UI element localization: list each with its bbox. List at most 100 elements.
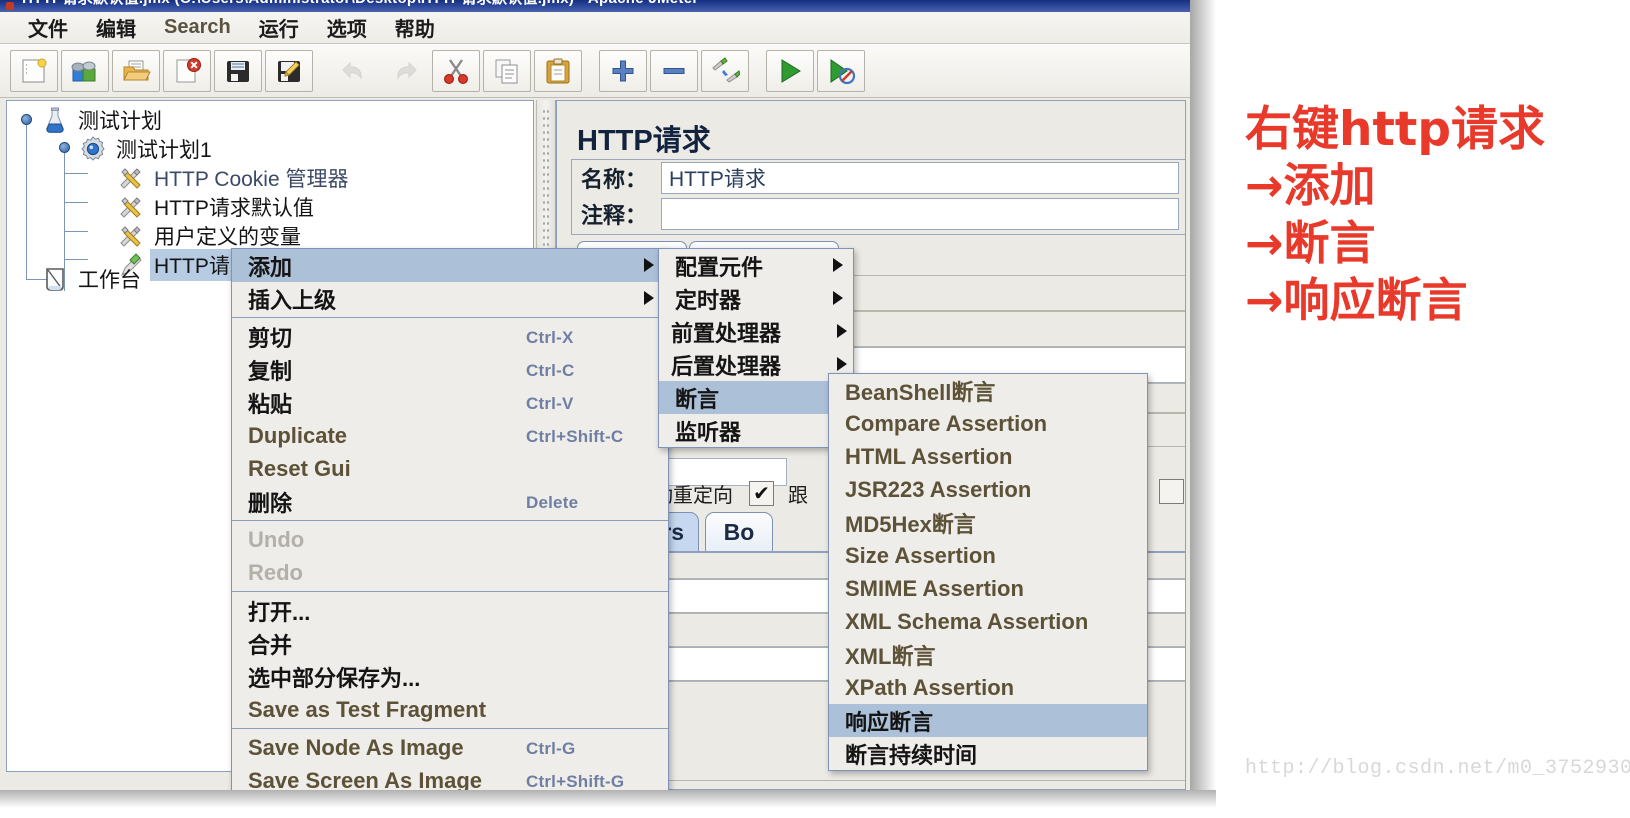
assertion-item-beanshell[interactable]: BeanShell断言 <box>829 374 1147 407</box>
follow-label: 跟 <box>788 485 808 507</box>
chevron-right-icon <box>833 258 843 272</box>
context-menu-item-copy[interactable]: 复制 Ctrl-C <box>232 353 668 386</box>
assertion-item-xml-schema[interactable]: XML Schema Assertion <box>829 605 1147 638</box>
assertion-item-xml[interactable]: XML断言 <box>829 638 1147 671</box>
tree-expand-knob-root[interactable] <box>21 114 32 125</box>
assertion-item-label: 响应断言 <box>845 709 934 735</box>
menu-search[interactable]: Search <box>150 15 245 40</box>
close-button[interactable] <box>163 49 211 92</box>
add-submenu-item-listener[interactable]: 监听器 <box>659 414 853 447</box>
window-title-text: HTTP请求默认值.jmx (C:\Users\Administrator\De… <box>22 0 699 7</box>
menu-file[interactable]: 文件 <box>14 12 82 43</box>
context-menu-item-reset-gui[interactable]: Reset Gui <box>232 452 668 485</box>
context-menu-item-accelerator: Ctrl-X <box>526 328 574 347</box>
context-menu-item-save-node-as-image[interactable]: Save Node As Image Ctrl-G <box>232 731 668 764</box>
watermark: http://blog.csdn.net/m0_37529303 <box>1245 757 1630 780</box>
context-menu-item-label: 剪切 <box>248 325 293 351</box>
assertion-item-md5hex[interactable]: MD5Hex断言 <box>829 506 1147 539</box>
add-submenu-item-config-element[interactable]: 配置元件 <box>659 249 853 282</box>
context-menu-item-add[interactable]: 添加 <box>232 249 668 282</box>
open-button[interactable] <box>112 49 160 92</box>
close-icon <box>172 56 202 86</box>
assertion-item-duration-assertion[interactable]: 断言持续时间 <box>829 737 1147 770</box>
context-menu-item-label: Save Node As Image <box>248 734 464 760</box>
context-menu-item-label: 打开... <box>248 599 311 625</box>
collapse-all-button[interactable] <box>650 49 698 92</box>
expand-all-button[interactable] <box>599 49 647 92</box>
window-drop-shadow <box>1190 0 1216 790</box>
menu-edit[interactable]: 编辑 <box>82 12 150 43</box>
context-menu-item-label: Reset Gui <box>248 455 351 481</box>
context-menu-item-accelerator: Ctrl+Shift-C <box>526 427 624 446</box>
name-input[interactable]: HTTP请求 <box>661 162 1179 194</box>
assertion-submenu[interactable]: BeanShell断言 Compare Assertion HTML Asser… <box>828 373 1148 771</box>
menu-help[interactable]: 帮助 <box>381 12 449 43</box>
page-title: HTTP请求 <box>577 125 711 157</box>
tree-node-context-menu[interactable]: 添加 插入上级 剪切 Ctrl-X 复制 Ctrl-C 粘贴 Ctrl-V Du… <box>231 248 669 790</box>
tree-node-http-defaults[interactable]: HTTP请求默认值 <box>117 192 318 222</box>
assertion-item-jsr223[interactable]: JSR223 Assertion <box>829 473 1147 506</box>
menu-run[interactable]: 运行 <box>245 12 313 43</box>
assertion-item-label: BeanShell断言 <box>845 379 996 405</box>
assertion-item-compare[interactable]: Compare Assertion <box>829 407 1147 440</box>
save-as-button[interactable] <box>265 49 313 92</box>
name-field-row: 名称： HTTP请求 <box>575 161 1185 195</box>
cut-button[interactable] <box>432 49 480 92</box>
jmeter-application-window: HTTP请求默认值.jmx (C:\Users\Administrator\De… <box>0 0 1190 790</box>
context-menu-item-open[interactable]: 打开... <box>232 594 668 627</box>
config-element-icon <box>117 193 145 221</box>
context-menu-item-save-as-test-fragment[interactable]: Save as Test Fragment <box>232 693 668 726</box>
config-element-icon <box>117 222 145 250</box>
context-menu-item-delete[interactable]: 删除 Delete <box>232 485 668 518</box>
cut-icon <box>441 56 471 86</box>
add-submenu-item-pre-processor[interactable]: 前置处理器 <box>659 315 853 348</box>
tab-body-data[interactable]: Bo <box>705 512 773 552</box>
menu-options[interactable]: 选项 <box>313 12 381 43</box>
tree-node-thread-group[interactable]: 测试计划1 <box>79 134 216 164</box>
context-menu-item-merge[interactable]: 合并 <box>232 627 668 660</box>
assertion-item-smime[interactable]: SMIME Assertion <box>829 572 1147 605</box>
new-test-plan-button[interactable] <box>10 49 58 92</box>
window-title-bar: HTTP请求默认值.jmx (C:\Users\Administrator\De… <box>0 0 1190 12</box>
tree-expand-knob-threadgroup[interactable] <box>59 142 70 153</box>
add-submenu[interactable]: 配置元件 定时器 前置处理器 后置处理器 断言 监听器 <box>658 248 854 448</box>
toggle-icon <box>710 56 740 86</box>
add-submenu-item-timer[interactable]: 定时器 <box>659 282 853 315</box>
undo-button[interactable] <box>330 50 378 92</box>
save-button[interactable] <box>214 49 262 92</box>
tree-node-workbench[interactable]: 工作台 <box>41 264 145 294</box>
tree-node-user-variables[interactable]: 用户定义的变量 <box>117 221 305 251</box>
add-submenu-item-label: 断言 <box>675 386 720 412</box>
add-submenu-item-post-processor[interactable]: 后置处理器 <box>659 348 853 381</box>
window-bottom-shadow <box>0 790 1216 808</box>
copy-button[interactable] <box>483 49 531 92</box>
redo-button[interactable] <box>381 50 429 92</box>
context-menu-item-duplicate[interactable]: Duplicate Ctrl+Shift-C <box>232 419 668 452</box>
redirect-checkbox[interactable]: ✔ <box>749 481 774 506</box>
assertion-item-xpath[interactable]: XPath Assertion <box>829 671 1147 704</box>
tree-node-cookie-manager[interactable]: HTTP Cookie 管理器 <box>117 163 353 193</box>
context-menu-item-label: 插入上级 <box>248 287 337 313</box>
templates-button[interactable] <box>61 49 109 92</box>
comment-input[interactable] <box>661 198 1179 230</box>
context-menu-item-save-selection-as[interactable]: 选中部分保存为... <box>232 660 668 693</box>
assertion-item-html[interactable]: HTML Assertion <box>829 440 1147 473</box>
use-keepalive-checkbox[interactable] <box>1159 479 1184 504</box>
context-menu-item-save-screen-as-image[interactable]: Save Screen As Image Ctrl+Shift-G <box>232 764 668 791</box>
paste-button[interactable] <box>534 49 582 92</box>
assertion-item-size[interactable]: Size Assertion <box>829 539 1147 572</box>
assertion-item-response-assertion[interactable]: 响应断言 <box>829 704 1147 737</box>
context-menu-item-label: 添加 <box>248 254 293 280</box>
toolbar-separator-2 <box>585 50 599 92</box>
chevron-right-icon <box>644 291 654 305</box>
tree-node-test-plan[interactable]: 测试计划 <box>41 105 166 135</box>
context-menu-item-cut[interactable]: 剪切 Ctrl-X <box>232 320 668 353</box>
toggle-button[interactable] <box>701 49 749 92</box>
context-menu-item-paste[interactable]: 粘贴 Ctrl-V <box>232 386 668 419</box>
add-submenu-item-assertion[interactable]: 断言 <box>659 381 853 414</box>
context-menu-item-accelerator: Ctrl-C <box>526 361 575 380</box>
context-menu-item-insert-parent[interactable]: 插入上级 <box>232 282 668 315</box>
start-button[interactable] <box>766 49 814 92</box>
start-no-timers-button[interactable] <box>817 49 865 92</box>
chevron-right-icon <box>644 258 654 272</box>
